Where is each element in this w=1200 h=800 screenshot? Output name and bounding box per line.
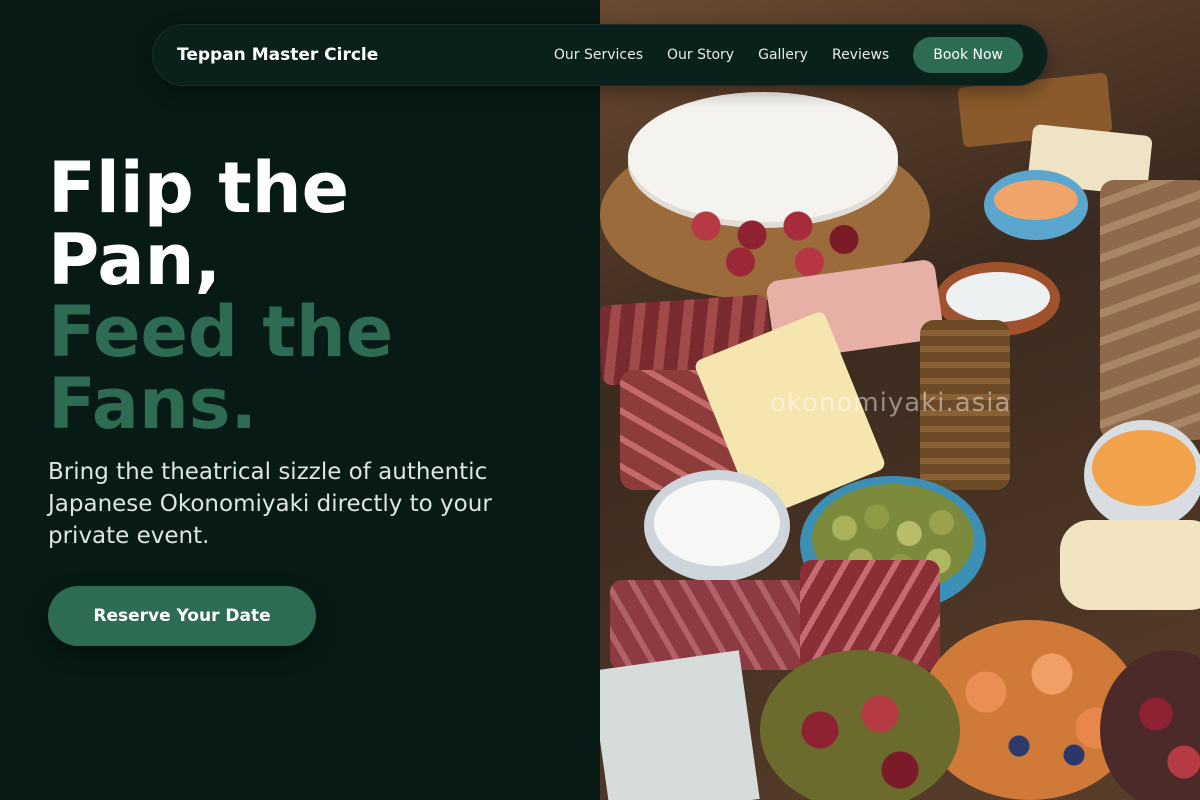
hero-headline: Flip the Pan, Feed the Fans. (48, 152, 393, 440)
headline-line-4: Fans. (48, 363, 258, 445)
top-nav: Teppan Master Circle Our Services Our St… (152, 24, 1048, 86)
nav-link-our-services[interactable]: Our Services (554, 47, 643, 63)
nav-link-gallery[interactable]: Gallery (758, 47, 808, 63)
nav-links: Our Services Our Story Gallery Reviews B… (554, 37, 1023, 73)
headline-line-1: Flip the (48, 147, 350, 229)
book-now-button[interactable]: Book Now (913, 37, 1023, 73)
brand-logo-text[interactable]: Teppan Master Circle (177, 45, 378, 65)
reserve-date-button[interactable]: Reserve Your Date (48, 586, 316, 646)
photo-watermark: okonomiyaki.asia (770, 388, 1012, 418)
headline-line-2: Pan, (48, 219, 222, 301)
nav-link-our-story[interactable]: Our Story (667, 47, 734, 63)
nav-link-reviews[interactable]: Reviews (832, 47, 889, 63)
headline-line-3: Feed the (48, 291, 394, 373)
hero-subtitle: Bring the theatrical sizzle of authentic… (48, 459, 492, 549)
